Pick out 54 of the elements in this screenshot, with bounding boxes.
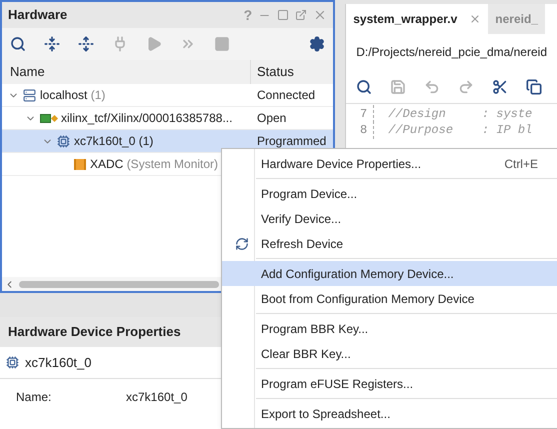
monitor-icon (74, 158, 86, 170)
scrollbar-thumb[interactable] (19, 280, 219, 288)
tree-row[interactable]: xc7k160t_0 (1) Programmed (2, 130, 334, 153)
refresh-icon (234, 236, 248, 250)
menu-item[interactable]: Verify Device... (222, 206, 557, 231)
menu-item[interactable]: Clear BBR Key... (222, 341, 557, 366)
panel-title: Hardware Device Properties (8, 323, 181, 342)
status-text: Programmed (256, 133, 326, 150)
undo-icon (424, 78, 440, 94)
device-name: xc7k160t_0 (25, 354, 92, 372)
redo-icon (458, 78, 474, 94)
file-path: D:/Projects/nereid_pcie_dma/nereid (356, 44, 547, 61)
field-value: xc7k160t_0 (126, 389, 188, 406)
menu-item[interactable]: Program BBR Key... (222, 316, 557, 341)
menu-item[interactable]: Boot from Configuration Memory Device (222, 286, 557, 311)
menu-item[interactable]: Add Configuration Memory Device... (222, 261, 557, 286)
tree-label: localhost (1) (40, 87, 106, 104)
settings-icon (309, 36, 326, 52)
panel-title: Hardware (8, 6, 68, 24)
search-icon (356, 78, 372, 94)
line-number: 8 (346, 121, 374, 139)
maximize-icon[interactable] (277, 9, 290, 21)
field-label: Name: (16, 389, 52, 406)
tree-label: XADC (System Monitor) (90, 156, 218, 173)
board-icon (40, 114, 57, 122)
play-icon (146, 36, 162, 52)
menu-item[interactable]: Refresh Device (222, 231, 557, 256)
column-header[interactable]: Status (251, 62, 294, 82)
expand-icon (78, 36, 94, 52)
status-text: Connected (256, 87, 316, 104)
status-text: Open (256, 110, 286, 127)
copy-icon (526, 78, 542, 94)
code-line: //Design : syste (387, 106, 532, 123)
code-line: //Purpose : IP bl (387, 122, 532, 139)
save-icon (390, 78, 406, 94)
close-icon[interactable] (469, 13, 482, 25)
float-icon[interactable] (295, 9, 308, 21)
column-header[interactable]: Name (2, 60, 251, 84)
stop-icon (214, 36, 230, 52)
menu-item[interactable]: Program eFUSE Registers... (222, 371, 557, 396)
server-icon (23, 88, 36, 102)
chip-icon (57, 134, 70, 148)
chip-icon (6, 356, 19, 369)
search-icon (10, 36, 26, 52)
menu-item[interactable]: Program Device... (222, 181, 557, 206)
tree-label: xilinx_tcf/Xilinx/000016385788... (61, 110, 232, 127)
menu-item[interactable]: Export to Spreadsheet... (222, 401, 557, 426)
scissors-icon (492, 78, 508, 94)
plug-icon (112, 36, 128, 52)
tree-row[interactable]: localhost (1) Connected (2, 84, 334, 107)
tree-label: xc7k160t_0 (1) (74, 133, 154, 150)
collapse-icon (44, 36, 60, 52)
shortcut-text: Ctrl+E (504, 156, 538, 172)
line-number: 7 (346, 105, 374, 123)
